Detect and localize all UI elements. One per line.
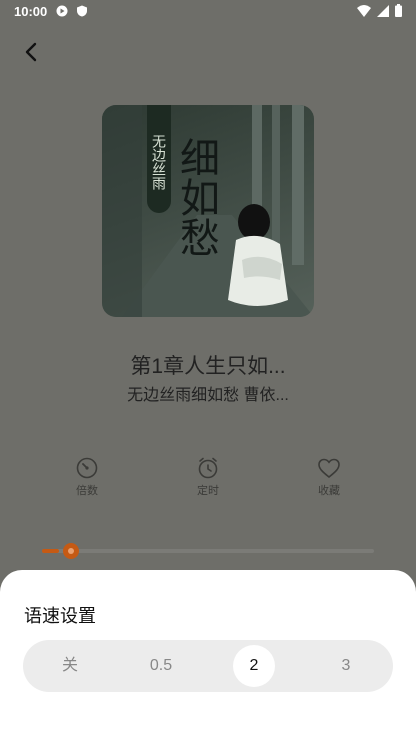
wifi-icon [357, 4, 371, 20]
chevron-left-icon [18, 42, 46, 70]
speed-option-0-5[interactable]: 0.5 [136, 640, 186, 692]
timer-button[interactable]: 定时 [178, 456, 238, 498]
favorite-button[interactable]: 收藏 [299, 456, 359, 498]
speed-options: 关 0.5 2 3 [23, 640, 393, 692]
favorite-label: 收藏 [318, 485, 340, 497]
chapter-title: 第1章人生只如... [130, 355, 286, 378]
speed-settings-sheet: 语速设置 关 0.5 2 3 [0, 570, 416, 739]
timer-label: 定时 [197, 485, 219, 497]
signal-icon [377, 4, 389, 20]
player-screen: 10:00 无边丝雨 细如愁 第1章人生只如... 无边丝雨细如愁 曹依... … [0, 0, 416, 739]
progress-fill [42, 549, 59, 553]
status-time: 10:00 [14, 4, 48, 19]
speed-option-2[interactable]: 2 [233, 645, 275, 687]
speed-option-3[interactable]: 3 [321, 640, 371, 692]
alarm-clock-icon [178, 456, 238, 480]
shield-icon [76, 5, 88, 17]
speed-icon [57, 456, 117, 480]
heart-icon [299, 456, 359, 480]
cover-calligraphy: 细如愁 [173, 137, 219, 257]
speed-button[interactable]: 倍数 [57, 456, 117, 498]
status-right [357, 4, 402, 20]
cover-tag: 无边丝雨 [147, 105, 171, 213]
media-icon [56, 5, 68, 17]
progress-slider[interactable] [42, 543, 374, 559]
speed-label: 倍数 [76, 485, 98, 497]
book-subtitle: 无边丝雨细如愁 曹依... [127, 387, 289, 404]
cover-figure [228, 204, 288, 306]
battery-icon [395, 4, 402, 20]
back-button[interactable] [18, 38, 46, 66]
progress-thumb[interactable] [63, 543, 79, 559]
speed-option-off[interactable]: 关 [45, 640, 95, 692]
status-bar: 10:00 [0, 0, 416, 24]
book-cover: 无边丝雨 细如愁 [102, 105, 314, 317]
sheet-title: 语速设置 [24, 606, 96, 626]
